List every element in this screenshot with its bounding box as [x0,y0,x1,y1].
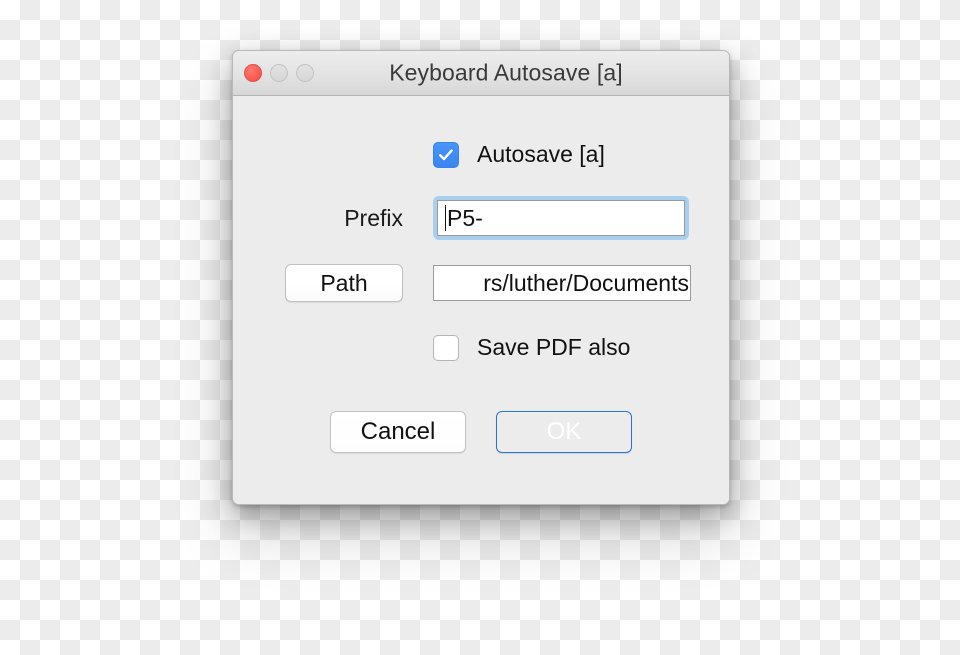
path-label-cell: Path [233,264,433,302]
prefix-row: Prefix P5- [233,196,729,240]
title-bar: Keyboard Autosave [a] [233,51,729,96]
ok-button[interactable]: OK [496,411,632,453]
save-pdf-checkbox[interactable] [433,334,459,361]
save-pdf-row: Save PDF also [233,334,729,361]
path-control: rs/luther/Documents [433,265,691,301]
dialog-window: Keyboard Autosave [a] Autosave [a] Prefi… [232,50,730,505]
text-caret [445,205,446,231]
prefix-input-value: P5- [447,204,483,231]
save-pdf-label: Save PDF also [477,334,631,360]
save-pdf-control: Save PDF also [433,334,630,361]
dialog-body: Autosave [a] Prefix P5- Path rs/luther/D… [233,96,729,504]
dialog-buttons: Cancel OK [233,411,729,453]
prefix-label: Prefix [344,204,403,231]
path-button[interactable]: Path [285,264,403,302]
cancel-button[interactable]: Cancel [330,411,466,453]
path-row: Path rs/luther/Documents [233,264,729,302]
path-input[interactable]: rs/luther/Documents [433,265,691,301]
checkmark-icon [439,148,453,160]
prefix-input[interactable]: P5- [437,200,685,236]
autosave-label: Autosave [a] [477,141,605,167]
autosave-row: Autosave [a] [233,141,729,168]
autosave-checkbox[interactable] [433,141,459,168]
prefix-focus-ring: P5- [433,196,689,240]
path-input-value: rs/luther/Documents [483,269,689,296]
window-title: Keyboard Autosave [a] [389,59,623,86]
autosave-control: Autosave [a] [433,141,605,168]
prefix-control: P5- [433,196,689,240]
